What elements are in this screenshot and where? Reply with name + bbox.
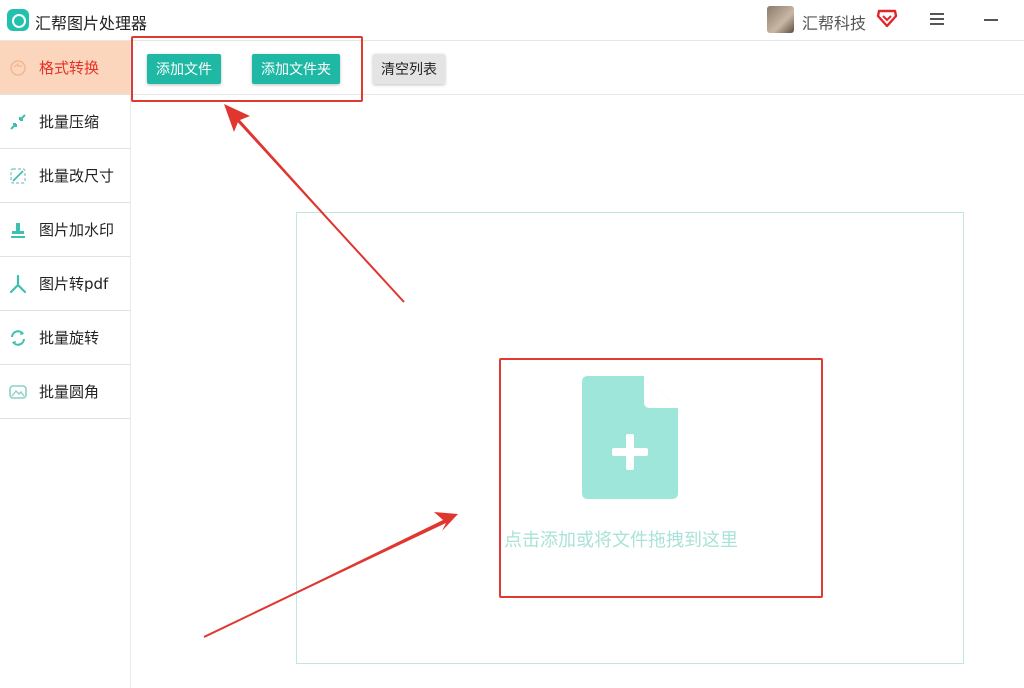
clear-list-button[interactable]: 清空列表 (373, 54, 445, 84)
sidebar-item-resize[interactable]: 批量改尺寸 (0, 149, 130, 203)
avatar[interactable] (767, 6, 794, 33)
app-window: 汇帮图片处理器 汇帮科技 格式转换 批量压缩 批量改尺寸 图片加水印 图片转pd… (0, 0, 1024, 688)
resize-icon (10, 168, 26, 184)
sidebar: 格式转换 批量压缩 批量改尺寸 图片加水印 图片转pdf 批量旋转 批量圆角 (0, 41, 131, 688)
vip-diamond-icon[interactable] (876, 8, 898, 28)
app-logo-icon (7, 9, 29, 31)
sidebar-item-rounded-corner[interactable]: 批量圆角 (0, 365, 130, 419)
compress-icon (10, 114, 26, 130)
sidebar-item-label: 批量压缩 (39, 113, 100, 131)
sidebar-item-rotate[interactable]: 批量旋转 (0, 311, 130, 365)
sidebar-item-watermark[interactable]: 图片加水印 (0, 203, 130, 257)
title-bar: 汇帮图片处理器 汇帮科技 (0, 0, 1024, 41)
rotate-icon (11, 330, 25, 346)
sidebar-item-label: 批量改尺寸 (39, 167, 115, 185)
format-convert-icon (10, 60, 26, 76)
sidebar-item-to-pdf[interactable]: 图片转pdf (0, 257, 130, 311)
sidebar-item-format-convert[interactable]: 格式转换 (0, 41, 130, 95)
minimize-icon[interactable] (984, 12, 1000, 28)
menu-icon[interactable] (928, 11, 946, 29)
watermark-icon (11, 223, 25, 238)
sidebar-item-label: 格式转换 (39, 59, 100, 77)
user-name[interactable]: 汇帮科技 (802, 10, 866, 34)
sidebar-item-label: 图片加水印 (39, 221, 115, 239)
sidebar-item-compress[interactable]: 批量压缩 (0, 95, 130, 149)
rounded-corner-icon (9, 385, 27, 399)
sidebar-item-label: 批量圆角 (39, 383, 100, 401)
sidebar-item-label: 图片转pdf (39, 275, 109, 293)
sidebar-item-label: 批量旋转 (39, 329, 100, 347)
annotation-highlight-box (499, 358, 823, 598)
pdf-icon (9, 274, 27, 294)
app-title: 汇帮图片处理器 (35, 14, 148, 33)
annotation-highlight-box (131, 36, 363, 102)
toolbar: 添加文件 添加文件夹 清空列表 (131, 36, 1024, 102)
